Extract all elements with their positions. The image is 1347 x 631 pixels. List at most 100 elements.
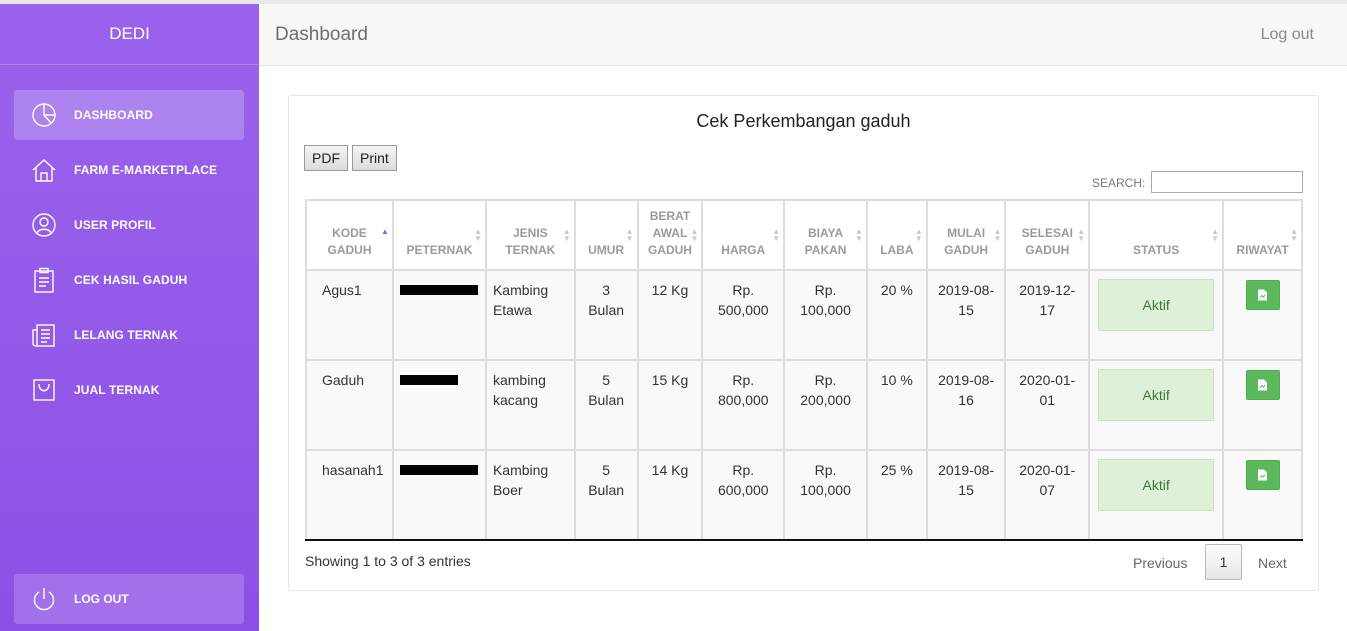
column-header-kode-gaduh[interactable]: KODE GADUH ▲ [305, 199, 394, 271]
cell-laba: 25 % [865, 449, 928, 541]
status-badge: Aktif [1098, 459, 1215, 511]
column-header-status[interactable]: STATUS ▲ ▼ [1088, 199, 1225, 271]
cell-peternak-redacted [391, 449, 487, 541]
sidebar-item-label: DASHBOARD [74, 108, 153, 122]
sidebar-item-label: USER PROFIL [74, 218, 156, 232]
document-icon [1258, 289, 1268, 301]
cell-peternak-redacted [391, 359, 487, 451]
sort-icon: ▲ ▼ [855, 227, 863, 243]
table-row: Gaduh kambing kacang 5 Bulan 15 Kg Rp. 800,… [305, 359, 1303, 451]
status-badge: Aktif [1098, 279, 1215, 331]
column-header-riwayat[interactable]: RIWAYAT ▲ ▼ [1222, 199, 1303, 271]
brand-name: DEDI [0, 4, 259, 65]
column-header-laba[interactable]: LABA ▲ ▼ [865, 199, 928, 271]
cell-selesai: 2020-01- 01 [1004, 359, 1091, 451]
sort-icon: ▲ ▼ [1211, 227, 1220, 243]
cell-riwayat [1222, 359, 1303, 451]
document-icon [1258, 469, 1268, 481]
cell-kode: Agus1 [305, 269, 394, 361]
pagination-next[interactable]: Next [1258, 545, 1287, 581]
bag-icon [14, 377, 74, 403]
pie-chart-icon [14, 102, 74, 128]
cell-status: Aktif [1088, 359, 1225, 451]
cell-mulai: 2019-08- 16 [925, 359, 1007, 451]
riwayat-button[interactable] [1245, 370, 1280, 400]
top-header: Dashboard Log out [259, 4, 1347, 66]
cell-mulai: 2019-08- 15 [925, 269, 1007, 361]
sidebar-logout-label: LOG OUT [74, 592, 129, 606]
riwayat-button[interactable] [1245, 460, 1280, 490]
cell-selesai: 2020-01- 07 [1004, 449, 1091, 541]
cell-jenis: kambing kacang [484, 359, 576, 451]
table-row: hasanah1 Kambing Boer 5 Bulan 14 Kg Rp. 600… [305, 449, 1303, 541]
cell-berat: 14 Kg [636, 449, 704, 541]
column-header-mulai-gaduh[interactable]: MULAI GADUH ▲ ▼ [925, 199, 1007, 271]
cell-berat: 15 Kg [636, 359, 704, 451]
data-table: KODE GADUH ▲ PETERNAK ▲ ▼ JENIS TERNAK ▲ ▼ UMUR… [305, 199, 1303, 541]
cell-laba: 20 % [865, 269, 928, 361]
column-header-peternak[interactable]: PETERNAK ▲ ▼ [391, 199, 487, 271]
sidebar-nav: DASHBOARD FARM E-MARKETPLACE USER PROFIL… [14, 90, 244, 420]
column-header-umur[interactable]: UMUR ▲ ▼ [573, 199, 639, 271]
sidebar-item-label: LELANG TERNAK [74, 328, 178, 342]
pdf-button[interactable]: PDF [304, 145, 348, 171]
cell-harga: Rp. 600,000 [701, 449, 786, 541]
search-label: SEARCH: [1092, 176, 1146, 190]
cell-biaya: Rp. 200,000 [783, 359, 868, 451]
card-title: Cek Perkembangan gaduh [696, 111, 911, 131]
clipboard-icon [14, 267, 74, 293]
cell-umur: 5 Bulan [573, 449, 639, 541]
pagination-previous[interactable]: Previous [1133, 545, 1187, 581]
cell-berat: 12 Kg [636, 269, 704, 361]
sort-icon: ▲ ▼ [914, 227, 923, 243]
sidebar-item-cek-hasil-gaduh[interactable]: CEK HASIL GADUH [14, 255, 244, 305]
sidebar: DEDI DASHBOARD FARM E-MARKETPLACE USER P… [0, 4, 259, 631]
cell-harga: Rp. 500,000 [701, 269, 786, 361]
print-button[interactable]: Print [352, 145, 397, 171]
cell-jenis: Kambing Boer [484, 449, 576, 541]
cell-jenis: Kambing Etawa [484, 269, 576, 361]
cell-selesai: 2019-12- 17 [1004, 269, 1091, 361]
cell-mulai: 2019-08- 15 [925, 449, 1007, 541]
cell-status: Aktif [1088, 449, 1225, 541]
sort-icon: ▲ ▼ [474, 227, 482, 243]
sort-icon: ▲ ▼ [562, 227, 571, 243]
redaction-bar [399, 465, 478, 475]
document-icon [1258, 379, 1268, 391]
sidebar-item-jual-ternak[interactable]: JUAL TERNAK [14, 365, 244, 415]
page-title: Dashboard [275, 24, 368, 45]
sort-asc-icon: ▲ [381, 227, 389, 236]
sort-icon: ▲ ▼ [690, 227, 699, 243]
cell-peternak-redacted [391, 269, 487, 361]
sidebar-item-dashboard[interactable]: DASHBOARD [14, 90, 244, 140]
column-header-berat-awal-gaduh[interactable]: BERAT AWAL GADUH ▲ ▼ [636, 199, 704, 271]
sidebar-item-user-profil[interactable]: USER PROFIL [14, 200, 244, 250]
cell-riwayat [1222, 449, 1303, 541]
cell-laba: 10 % [865, 359, 928, 451]
power-icon [14, 586, 74, 612]
search-input[interactable] [1151, 171, 1303, 193]
report-card: Cek Perkembangan gaduh PDF Print SEARCH:… [288, 95, 1319, 591]
user-icon [14, 212, 74, 238]
column-header-selesai-gaduh[interactable]: SELESAI GADUH ▲ ▼ [1004, 199, 1091, 271]
header-logout-link[interactable]: Log out [1261, 26, 1314, 44]
cell-kode: Gaduh [305, 359, 394, 451]
sidebar-item-farm-e-marketplace[interactable]: FARM E-MARKETPLACE [14, 145, 244, 195]
sidebar-item-label: JUAL TERNAK [74, 383, 160, 397]
redaction-bar [399, 375, 458, 385]
sidebar-item-label: CEK HASIL GADUH [74, 273, 188, 287]
cell-umur: 3 Bulan [573, 269, 639, 361]
sidebar-item-lelang-ternak[interactable]: LELANG TERNAK [14, 310, 244, 360]
column-header-harga[interactable]: HARGA ▲ ▼ [701, 199, 786, 271]
riwayat-button[interactable] [1245, 280, 1280, 310]
sort-icon: ▲ ▼ [993, 227, 1002, 243]
column-header-jenis-ternak[interactable]: JENIS TERNAK ▲ ▼ [484, 199, 576, 271]
sort-icon: ▲ ▼ [1290, 227, 1298, 243]
sidebar-logout-button[interactable]: LOG OUT [14, 574, 244, 624]
column-header-biaya-pakan[interactable]: BIAYA PAKAN ▲ ▼ [783, 199, 868, 271]
pagination-page-1[interactable]: 1 [1205, 544, 1242, 580]
cell-biaya: Rp. 100,000 [783, 449, 868, 541]
cell-umur: 5 Bulan [573, 359, 639, 451]
table-info: Showing 1 to 3 of 3 entries [305, 553, 471, 569]
cell-riwayat [1222, 269, 1303, 361]
